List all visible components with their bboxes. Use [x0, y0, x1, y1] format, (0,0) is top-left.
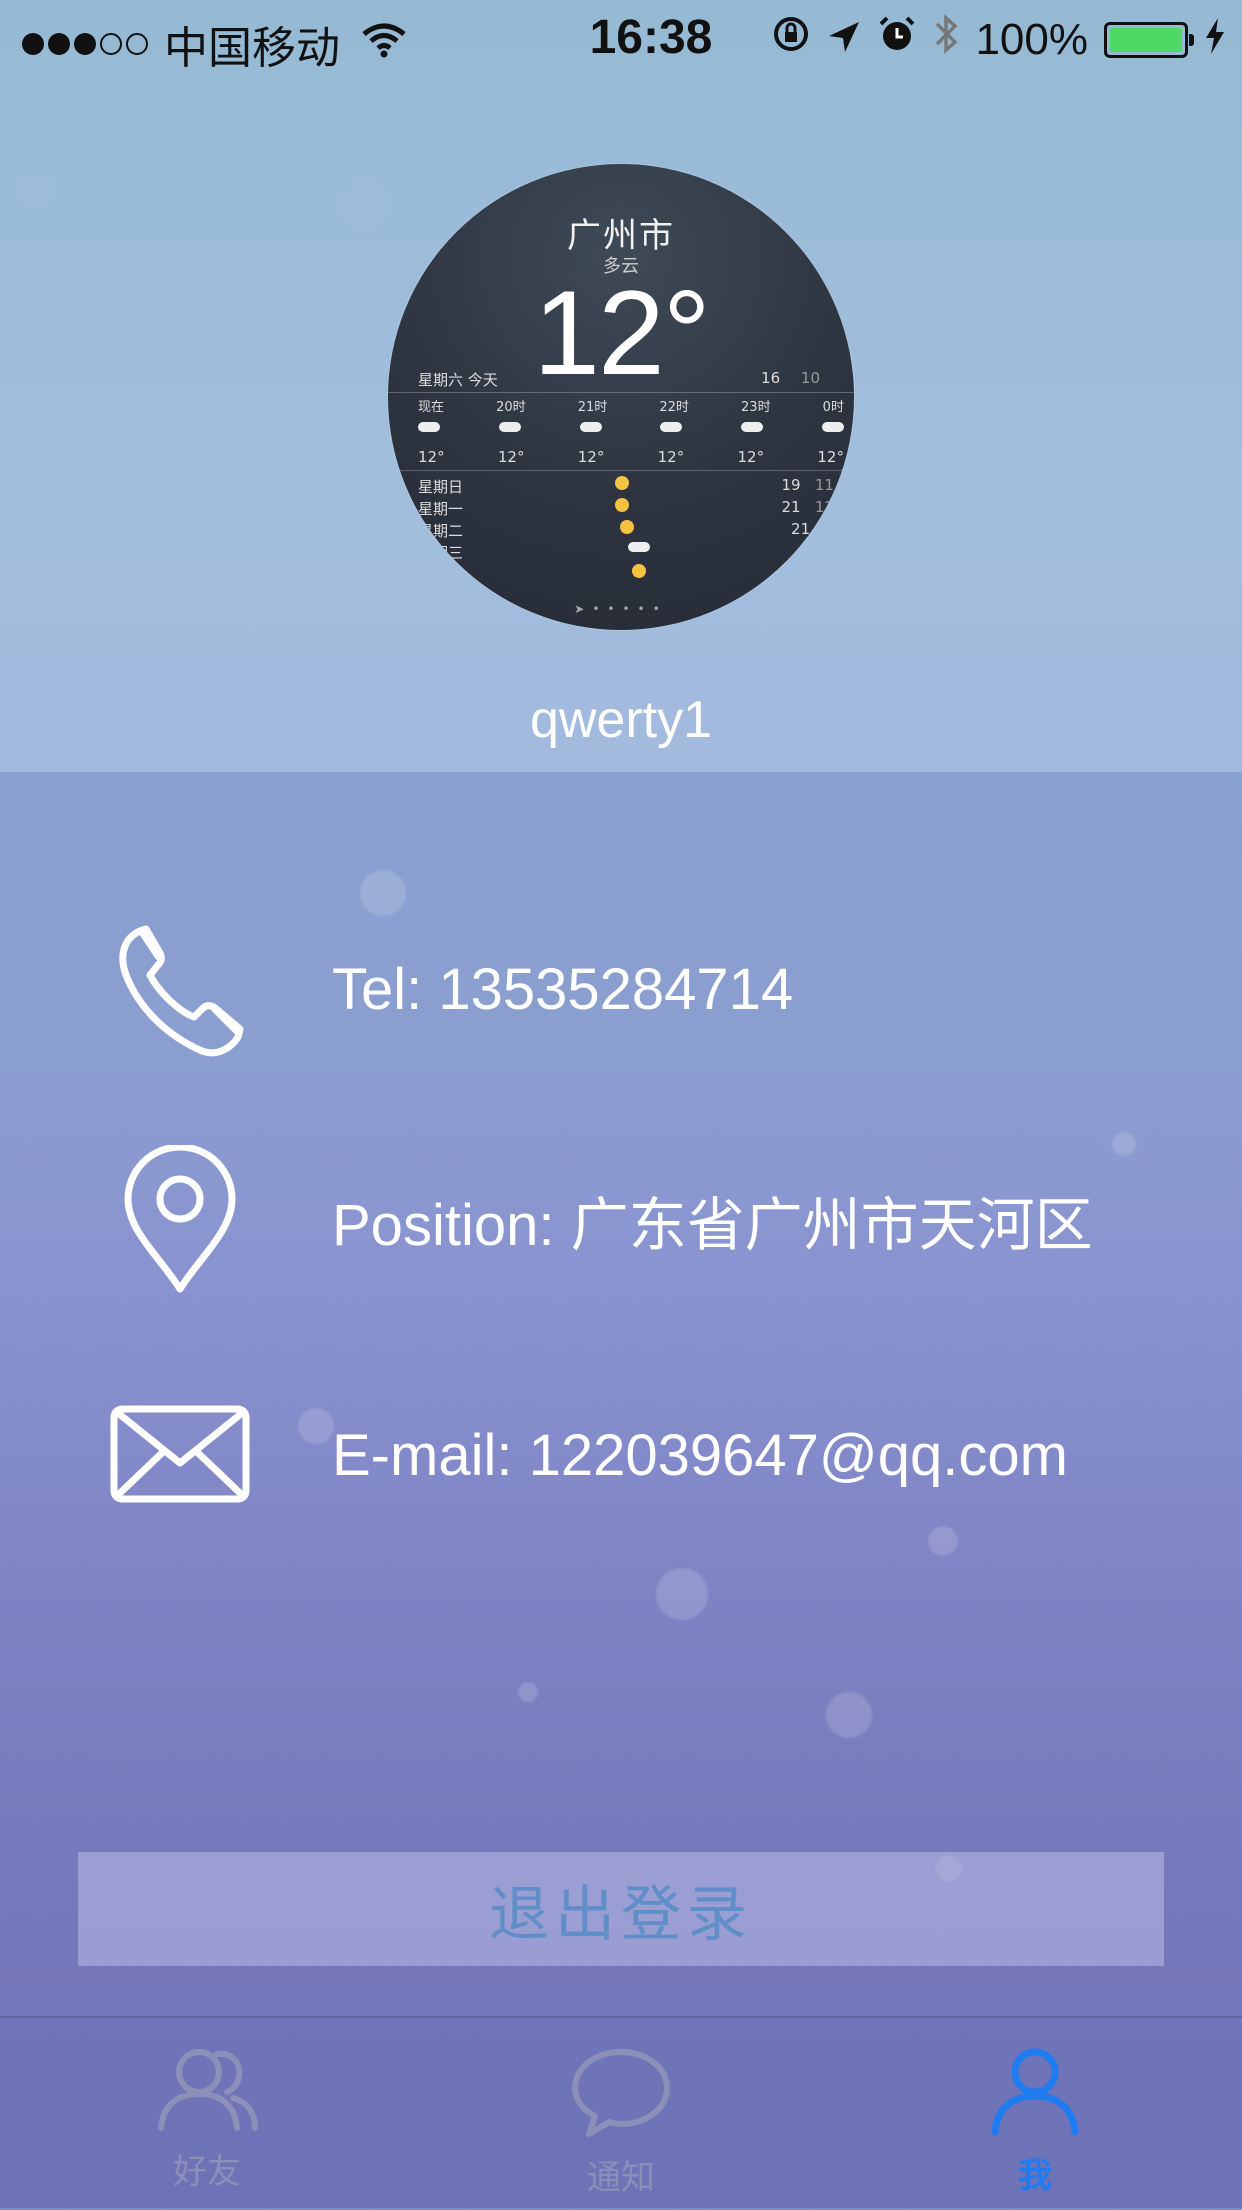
cloud-icon: [418, 422, 440, 432]
bokeh-decoration: [360, 870, 406, 916]
email-text: E-mail: 122039647@qq.com: [332, 1422, 1068, 1488]
tel-text: Tel: 13535284714: [332, 956, 794, 1022]
tab-notifications[interactable]: 通知: [414, 2018, 828, 2210]
avatar-hour: 21时: [577, 400, 608, 415]
rotation-lock-icon: [771, 14, 811, 65]
avatar-hour: 22时: [659, 400, 689, 415]
tab-me-label: 我: [1018, 2156, 1052, 2196]
logout-button[interactable]: 退出登录: [78, 1852, 1164, 1966]
battery-icon: [1104, 21, 1194, 58]
tab-notifications-label: 通知: [587, 2158, 655, 2198]
tel-row[interactable]: Tel: 13535284714: [100, 924, 1222, 1057]
cloud-icon: [498, 422, 521, 432]
partly-cloudy-icon: [631, 564, 646, 578]
avatar-hour-temp: 12°: [577, 448, 605, 466]
bokeh-decoration: [656, 1568, 708, 1620]
avatar-day-name: 星期二: [418, 522, 464, 540]
avatar-city: 广州市: [567, 216, 675, 256]
alarm-icon: [877, 14, 917, 65]
avatar-today-high: 16: [761, 369, 781, 387]
location-arrow-icon: [827, 15, 861, 65]
charging-bolt-icon: [1204, 15, 1226, 65]
tab-friends-label: 好友: [173, 2152, 241, 2192]
avatar-hour-temp: 12°: [657, 448, 685, 466]
cloud-icon: [821, 422, 844, 432]
bluetooth-icon: [933, 12, 959, 67]
avatar-day-high: 19: [781, 476, 801, 494]
avatar-day-name: 星期一: [418, 500, 464, 518]
person-icon: [987, 2046, 1083, 2140]
avatar-day-name: 星期日: [418, 478, 464, 496]
tab-me[interactable]: 我: [828, 2018, 1242, 2210]
bokeh-decoration: [928, 1526, 958, 1556]
cloud-icon: [579, 422, 602, 432]
avatar-today-label: 星期六 今天: [418, 371, 498, 389]
avatar-day-low: 11: [814, 476, 834, 494]
bokeh-decoration: [1112, 1132, 1136, 1156]
email-row[interactable]: E-mail: 122039647@qq.com: [100, 1390, 1222, 1520]
bokeh-decoration: [826, 1692, 872, 1738]
tab-bar: 好友 通知 我: [0, 2016, 1242, 2210]
cloud-icon: [627, 542, 650, 552]
position-text: Position: 广东省广州市天河区: [332, 1193, 1093, 1258]
avatar-hour-temp: 12°: [737, 448, 765, 466]
avatar[interactable]: 广州市 多云 12° 星期六 今天 16 10 现在 20时 21时 22时 2…: [388, 164, 854, 630]
avatar-day-low: 1: [824, 520, 834, 538]
avatar-day-name: 星期四: [418, 566, 464, 584]
sunny-icon: [615, 498, 630, 512]
avatar-today-low: 10: [800, 369, 820, 387]
location-pin-icon: [100, 1145, 260, 1295]
mail-icon: [100, 1405, 260, 1505]
avatar-day-low: 12: [814, 498, 834, 516]
avatar-day-high: 19: [814, 542, 834, 560]
cloud-icon: [660, 422, 683, 432]
avatar-day-name: 星期三: [418, 544, 464, 562]
avatar-page-indicator: ➤•••••: [574, 602, 668, 616]
bokeh-decoration: [518, 1682, 538, 1702]
avatar-hour: 20时: [496, 400, 526, 415]
avatar-hour: 现在: [418, 400, 445, 415]
tab-friends[interactable]: 好友: [0, 2018, 414, 2210]
avatar-hour: 23时: [741, 400, 771, 415]
username: qwerty1: [529, 691, 713, 749]
friends-icon: [155, 2046, 259, 2136]
position-row[interactable]: Position: 广东省广州市天河区: [100, 1145, 1222, 1293]
avatar-hour: 0时: [822, 400, 844, 415]
avatar-hour-temp: 12°: [418, 448, 445, 466]
avatar-hour-temp: 12°: [817, 448, 844, 466]
avatar-hour-temp: 12°: [497, 448, 525, 466]
battery-percentage: 100%: [975, 14, 1088, 64]
partly-cloudy-icon: [615, 476, 630, 490]
avatar-day-high: 21: [791, 520, 811, 538]
avatar-day-high: 20: [814, 564, 834, 582]
phone-icon: [100, 919, 260, 1059]
avatar-day-high: 21: [781, 498, 801, 516]
status-bar: 中国移动 16:38 100%: [0, 0, 1242, 80]
partly-cloudy-icon: [620, 520, 635, 534]
chat-bubble-icon: [569, 2046, 673, 2142]
cloud-icon: [741, 422, 764, 432]
